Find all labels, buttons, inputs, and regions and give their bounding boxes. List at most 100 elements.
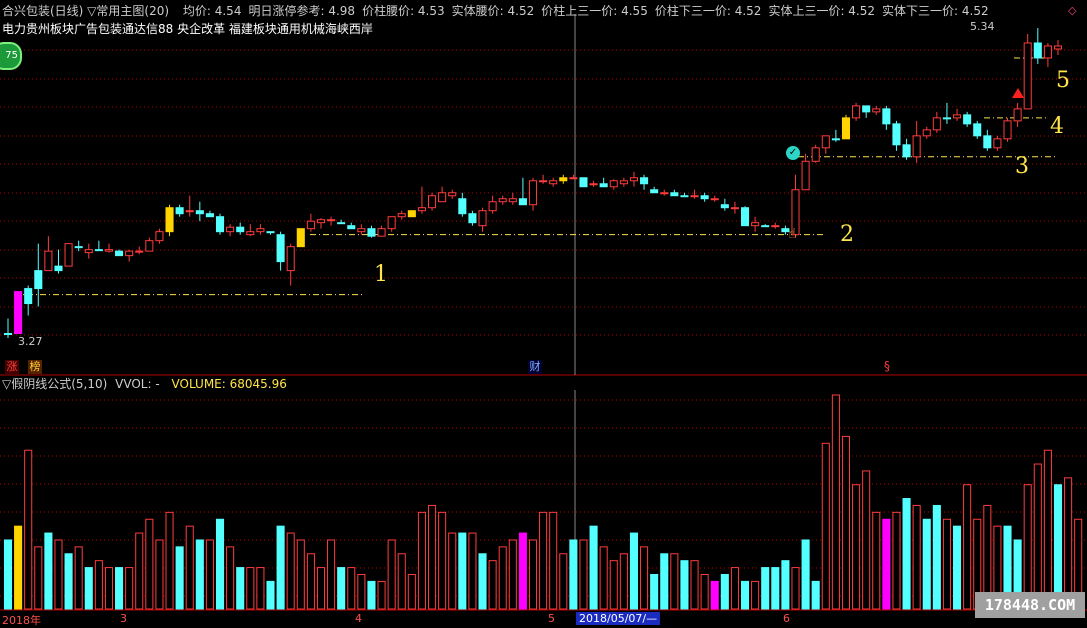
volume-bar	[922, 518, 931, 610]
volume-bar	[175, 546, 184, 610]
annotation-5: 5	[1056, 68, 1070, 93]
s-marker[interactable]: §	[884, 359, 890, 373]
candle-body	[912, 135, 921, 158]
score-badge[interactable]: 75	[0, 42, 22, 70]
candle-body	[367, 228, 376, 237]
candle-body	[195, 210, 204, 215]
candle-body	[640, 177, 649, 185]
cursor-date-label[interactable]: 2018/05/07/—	[576, 612, 661, 625]
candle-body	[569, 177, 578, 180]
candle-body	[1013, 108, 1022, 122]
chart-title[interactable]: 合兴包装(日线) ▽常用主图(20)	[2, 4, 169, 18]
bang-text: 榜	[29, 360, 41, 373]
x-label-may: 5	[548, 612, 555, 625]
volume-bar	[215, 518, 225, 610]
volume-bar	[306, 553, 315, 610]
candle-body	[680, 195, 689, 198]
candle-body	[761, 225, 770, 228]
candle-body	[983, 135, 992, 149]
candle-body	[942, 117, 951, 120]
candle-body	[276, 234, 285, 263]
volume-bar	[609, 560, 618, 610]
volume-bar	[296, 539, 305, 610]
volume-bar	[438, 511, 447, 610]
candle-body	[125, 250, 134, 257]
volume-bar	[327, 539, 336, 610]
candle-body	[629, 177, 638, 182]
candle-body	[549, 180, 558, 185]
candle-body	[872, 108, 881, 113]
candle-body	[579, 177, 588, 188]
candle-body	[751, 222, 760, 227]
volume-bar	[367, 580, 376, 610]
x-label-mar: 3	[120, 612, 127, 625]
volume-bar	[84, 567, 93, 610]
stat-value: 4.55	[617, 4, 648, 18]
candle-body	[831, 138, 840, 141]
candle-body	[650, 189, 659, 194]
bang-marker[interactable]: 榜	[28, 360, 42, 374]
candle-body	[44, 250, 53, 272]
volume-bar	[528, 539, 538, 610]
volume-bar	[801, 539, 810, 610]
candle-body	[377, 228, 386, 237]
volume-bar	[387, 539, 396, 610]
volume-bar	[650, 573, 659, 610]
volume-bar	[781, 560, 790, 610]
volume-bar	[14, 525, 23, 610]
candle-body	[1003, 120, 1012, 140]
candle-body	[892, 123, 901, 146]
volume-bar	[276, 525, 285, 610]
stat-label: 实体腰价:	[451, 4, 504, 18]
stock-chart[interactable]	[0, 0, 1087, 625]
candle-body	[155, 231, 164, 242]
cai-marker[interactable]: 财	[528, 360, 542, 374]
candle-body	[700, 195, 709, 200]
volume-bar	[185, 525, 194, 610]
volume-bar	[377, 580, 386, 610]
candle-body	[882, 108, 891, 125]
candle-body	[34, 270, 43, 290]
volume-bar	[347, 567, 356, 610]
candle-body	[417, 207, 426, 212]
buy-signal-icon[interactable]: ✓	[786, 146, 800, 160]
volume-bar	[841, 435, 851, 610]
candle-body	[327, 219, 336, 222]
volume-bar	[518, 532, 527, 610]
candle-body	[922, 129, 931, 137]
volume-bar	[660, 553, 669, 610]
sell-signal-icon[interactable]	[1012, 88, 1024, 98]
volume-bar	[508, 539, 517, 610]
volume-bar	[165, 511, 174, 610]
volume-bar	[266, 580, 275, 610]
zhang-text: 涨	[6, 360, 18, 373]
volume-bar	[115, 567, 124, 610]
volume-bar	[730, 567, 739, 610]
volume-bar	[448, 532, 457, 610]
volume-bar	[357, 573, 366, 610]
candle-body	[357, 228, 366, 233]
volume-bar	[458, 532, 467, 610]
volume-bar	[94, 560, 103, 610]
sector-tags[interactable]: 电力贵州板块广告包装通达信88 央企改革 福建板块通用机械海峡西岸	[2, 22, 373, 36]
volume-bar	[670, 553, 679, 610]
annotation-1: 1	[374, 262, 388, 287]
volume-value: 68045.96	[229, 377, 287, 391]
diamond-icon[interactable]: ◇	[1068, 4, 1076, 17]
candle-body	[670, 192, 679, 197]
candle-body	[54, 265, 63, 272]
candle-body	[771, 225, 780, 228]
volume-bar	[539, 511, 548, 610]
volume-bar	[942, 518, 951, 610]
candle-body	[963, 114, 972, 125]
candle-body	[286, 246, 295, 272]
candle-body	[478, 210, 487, 227]
indicator-title[interactable]: ▽假阴线公式(5,10)	[2, 377, 107, 391]
candle-body	[973, 123, 982, 137]
zhang-marker[interactable]: 涨	[5, 360, 19, 374]
volume-bar	[478, 553, 487, 610]
candle-body	[1043, 45, 1052, 59]
candle-body	[821, 135, 830, 149]
stat-label: 价柱腰价:	[362, 4, 415, 18]
volume-bar	[761, 567, 770, 610]
